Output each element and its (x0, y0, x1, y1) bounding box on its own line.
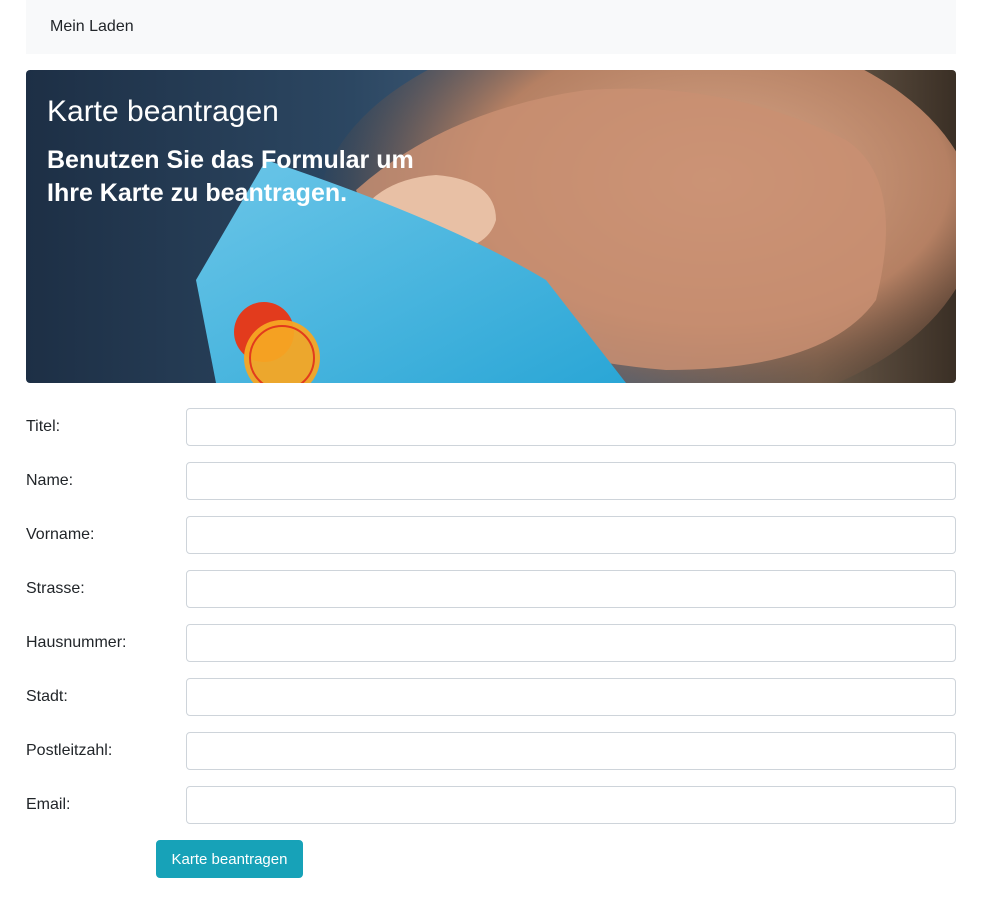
form-row-email: Email: (26, 786, 956, 824)
hero-title: Karte beantragen (47, 95, 279, 128)
titel-input[interactable] (186, 408, 956, 446)
stadt-label: Stadt: (26, 688, 68, 705)
hero-subtitle: Benutzen Sie das Formular um Ihre Karte … (47, 146, 414, 207)
postleitzahl-input[interactable] (186, 732, 956, 770)
hausnummer-input[interactable] (186, 624, 956, 662)
form-row-titel: Titel: (26, 408, 956, 446)
name-label: Name: (26, 472, 74, 489)
strasse-input[interactable] (186, 570, 956, 608)
form-row-postleitzahl: Postleitzahl: (26, 732, 956, 770)
postleitzahl-label: Postleitzahl: (26, 742, 113, 759)
email-label: Email: (26, 796, 71, 813)
form-row-hausnummer: Hausnummer: (26, 624, 956, 662)
navbar-brand[interactable]: Mein Laden (50, 18, 134, 36)
strasse-label: Strasse: (26, 580, 85, 597)
form-row-name: Name: (26, 462, 956, 500)
vorname-input[interactable] (186, 516, 956, 554)
submit-button[interactable]: Karte beantragen (156, 840, 303, 878)
name-input[interactable] (186, 462, 956, 500)
hero-banner: Karte beantragen Benutzen Sie das Formul… (26, 70, 956, 383)
form-row-strasse: Strasse: (26, 570, 956, 608)
hero-text: Karte beantragen Benutzen Sie das Formul… (47, 94, 447, 210)
form-row-stadt: Stadt: (26, 678, 956, 716)
hausnummer-label: Hausnummer: (26, 634, 127, 651)
navbar: Mein Laden (26, 0, 956, 54)
titel-label: Titel: (26, 418, 61, 435)
email-input[interactable] (186, 786, 956, 824)
stadt-input[interactable] (186, 678, 956, 716)
vorname-label: Vorname: (26, 526, 95, 543)
form-row-vorname: Vorname: (26, 516, 956, 554)
